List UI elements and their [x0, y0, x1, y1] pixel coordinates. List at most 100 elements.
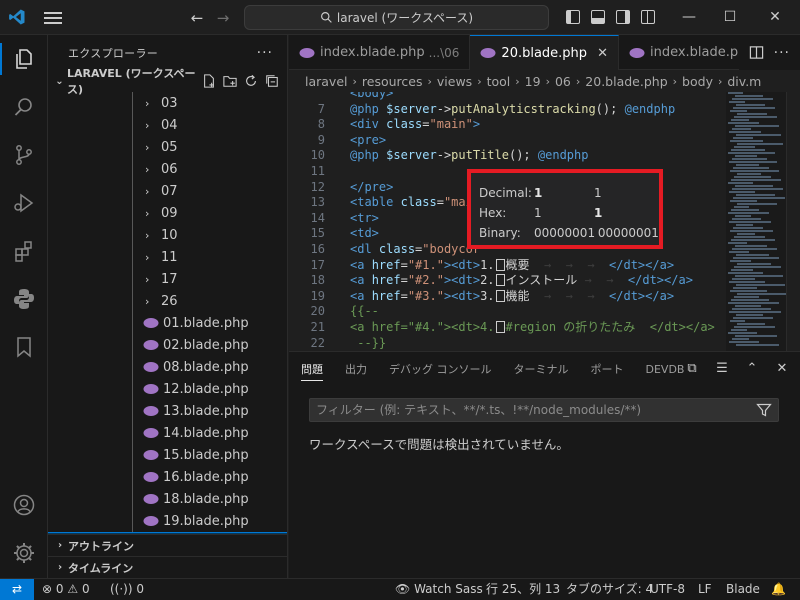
timeline-section-header[interactable]: › タイムライン — [48, 556, 287, 578]
notifications-bell-icon[interactable]: 🔔 — [771, 579, 786, 600]
breadcrumb-item[interactable]: laravel — [305, 74, 348, 89]
encoding-status[interactable]: UTF-8 — [650, 579, 685, 600]
panel-tab[interactable]: 出力 — [345, 352, 367, 387]
breadcrumb-item[interactable]: tool — [487, 74, 511, 89]
minimap[interactable] — [726, 92, 787, 351]
command-center-search[interactable]: laravel (ワークスペース) — [244, 5, 549, 30]
folder-item[interactable]: › 17 — [48, 268, 287, 290]
panel-tab[interactable]: DEVDB — [646, 352, 685, 387]
code-line: 7 @php $server->putAnalyticstracking(); @… — [289, 102, 729, 118]
file-item[interactable]: 14.blade.php — [48, 422, 287, 444]
split-editor-icon[interactable] — [749, 45, 764, 60]
close-panel-icon[interactable]: ✕ — [774, 361, 790, 377]
forward-arrow-icon[interactable]: → — [214, 9, 232, 27]
workspace-section-header[interactable]: ⌄ LARAVEL (ワークスペース) — [48, 67, 287, 96]
minimap-line — [736, 164, 759, 166]
watch-sass-button[interactable]: 👁 Watch Sass — [395, 579, 483, 600]
tab-size-status[interactable]: タブのサイズ: 4 — [566, 579, 653, 600]
minimize-icon[interactable]: — — [680, 8, 698, 26]
bookmark-icon[interactable] — [12, 335, 36, 359]
breadcrumb-item[interactable]: body — [682, 74, 713, 89]
outline-label: アウトライン — [68, 539, 134, 553]
back-arrow-icon[interactable]: ← — [188, 9, 206, 27]
minimap-line — [733, 107, 775, 109]
folder-item[interactable]: › 26 — [48, 290, 287, 312]
toggle-primary-sidebar-icon[interactable] — [566, 10, 580, 24]
editor-scrollbar[interactable] — [786, 92, 800, 351]
toggle-panel-icon[interactable] — [591, 10, 605, 24]
python-icon[interactable] — [12, 287, 36, 311]
tab-index-blade[interactable]: index.blade.ph — [619, 35, 758, 70]
breadcrumb-item[interactable]: div.m — [727, 74, 761, 89]
close-tab-icon[interactable]: ✕ — [597, 46, 608, 61]
toggle-secondary-sidebar-icon[interactable] — [616, 10, 630, 24]
folder-item[interactable]: › 03 — [48, 92, 287, 114]
chevron-up-icon[interactable]: ⌃ — [744, 361, 760, 377]
breadcrumb-item[interactable]: 19 — [525, 74, 541, 89]
file-item[interactable]: 16.blade.php — [48, 466, 287, 488]
extensions-icon[interactable] — [12, 239, 36, 263]
ports-status[interactable]: ((·)) 0 — [110, 579, 144, 600]
source-control-icon[interactable] — [12, 143, 36, 167]
minimap-line — [735, 155, 757, 157]
panel-tab[interactable]: ターミナル — [514, 352, 569, 387]
account-icon[interactable] — [12, 493, 36, 517]
breadcrumb-item[interactable]: views — [437, 74, 472, 89]
folder-item[interactable]: › 11 — [48, 246, 287, 268]
folder-item[interactable]: › 10 — [48, 224, 287, 246]
file-item[interactable]: 01.blade.php — [48, 312, 287, 334]
more-actions-icon[interactable]: ··· — [257, 45, 273, 61]
folder-item[interactable]: › 06 — [48, 158, 287, 180]
folder-item[interactable]: › 04 — [48, 114, 287, 136]
code-line: 19 <a href="#3."><dt>3. 機能 → → → </dt></a> — [289, 289, 729, 305]
minimap-line — [730, 170, 779, 172]
folder-label: 03 — [161, 95, 178, 111]
panel-tab[interactable]: ポート — [591, 352, 624, 387]
file-item[interactable]: 12.blade.php — [48, 378, 287, 400]
gear-icon[interactable] — [12, 541, 36, 565]
breadcrumb-separator-icon: › — [672, 74, 678, 88]
explorer-sidebar: エクスプローラー ··· ⌄ LARAVEL (ワークスペース) › 03 › 04 ›… — [48, 35, 288, 578]
customize-layout-icon[interactable] — [641, 10, 655, 24]
binary-label: Binary: — [479, 226, 521, 240]
file-item[interactable]: 13.blade.php — [48, 400, 287, 422]
breadcrumb-item[interactable]: 20.blade.php — [585, 74, 667, 89]
refresh-icon[interactable] — [244, 74, 258, 88]
new-folder-icon[interactable] — [223, 74, 237, 88]
indent-guide — [132, 92, 133, 114]
new-file-icon[interactable] — [202, 74, 216, 88]
eol-status[interactable]: LF — [698, 579, 712, 600]
panel-tab[interactable]: デバッグ コンソール — [389, 352, 492, 387]
file-item[interactable]: 19.blade.php — [48, 510, 287, 532]
more-editor-actions-icon[interactable]: ··· — [774, 45, 790, 61]
copy-icon[interactable]: ⧉ — [684, 361, 700, 377]
panel-tab[interactable]: 問題 — [301, 352, 323, 387]
filter-icon[interactable] — [756, 402, 772, 418]
problems-filter-input[interactable]: フィルター (例: テキスト、**/*.ts、!**/node_modules/… — [309, 398, 779, 422]
close-icon[interactable]: ✕ — [766, 8, 784, 26]
cursor-position[interactable]: 行 25、列 13 — [486, 579, 560, 600]
language-mode-status[interactable]: Blade — [726, 579, 760, 600]
file-item[interactable]: 08.blade.php — [48, 356, 287, 378]
tab-20-blade[interactable]: 20.blade.php ✕ — [470, 35, 619, 70]
remote-indicator-icon[interactable]: ⇄ — [0, 579, 34, 600]
collapse-all-icon[interactable] — [265, 74, 279, 88]
folder-item[interactable]: › 09 — [48, 202, 287, 224]
folder-item[interactable]: › 05 — [48, 136, 287, 158]
problems-status[interactable]: ⊗ 0 ⚠ 0 — [42, 579, 90, 600]
file-item[interactable]: 02.blade.php — [48, 334, 287, 356]
outline-section-header[interactable]: › アウトライン — [48, 534, 287, 556]
breadcrumb-item[interactable]: resources — [362, 74, 423, 89]
breadcrumb-item[interactable]: 06 — [555, 74, 571, 89]
search-icon[interactable] — [12, 95, 36, 119]
minimap-line — [737, 173, 761, 175]
file-item[interactable]: 15.blade.php — [48, 444, 287, 466]
file-item[interactable]: 18.blade.php — [48, 488, 287, 510]
view-as-list-icon[interactable]: ☰ — [714, 361, 730, 377]
explorer-icon[interactable] — [12, 47, 36, 71]
run-debug-icon[interactable] — [12, 191, 36, 215]
menu-icon[interactable] — [44, 9, 62, 27]
tab-index-blade-06[interactable]: index.blade.php ...\06 — [289, 35, 471, 70]
maximize-icon[interactable]: ☐ — [721, 8, 739, 26]
folder-item[interactable]: › 07 — [48, 180, 287, 202]
